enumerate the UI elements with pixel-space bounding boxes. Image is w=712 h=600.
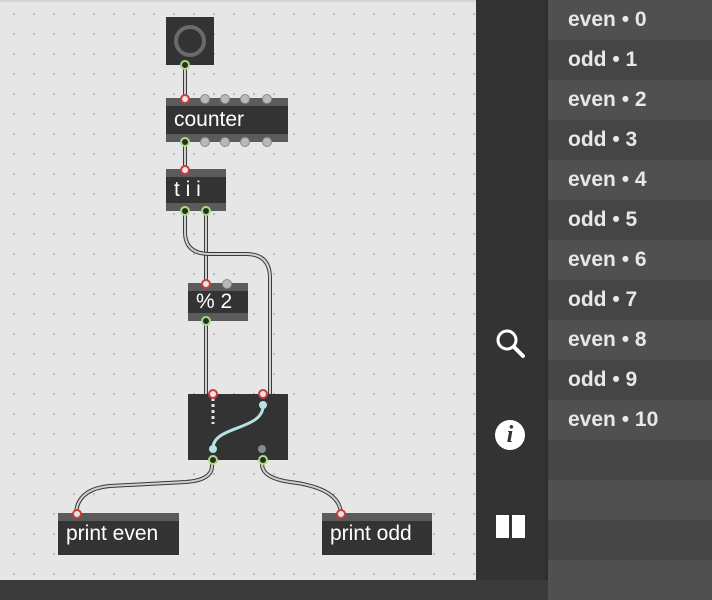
- inlet-port[interactable]: [240, 94, 250, 104]
- console-empty-row: [548, 480, 712, 520]
- inlet-port[interactable]: [200, 94, 210, 104]
- console-entry: even • 6: [548, 240, 712, 280]
- outlet-port[interactable]: [200, 137, 210, 147]
- outlet-port[interactable]: [262, 137, 272, 147]
- outlet-port[interactable]: [258, 455, 268, 465]
- outlet-port[interactable]: [240, 137, 250, 147]
- outlet-port[interactable]: [201, 206, 211, 216]
- console-entry: even • 0: [548, 0, 712, 40]
- switch-route-icon: [209, 398, 267, 453]
- inlet-port[interactable]: [180, 165, 190, 175]
- outlet-bar: [188, 313, 248, 321]
- outlet-port[interactable]: [180, 137, 190, 147]
- trigger-object[interactable]: t i i: [166, 165, 226, 216]
- print-odd-label: print odd: [330, 522, 412, 545]
- console-entry: odd • 3: [568, 128, 638, 151]
- outlet-port[interactable]: [180, 206, 190, 216]
- outlet-port[interactable]: [220, 137, 230, 147]
- outlet-port[interactable]: [208, 455, 218, 465]
- max-console[interactable]: even • 0 odd • 1 even • 2 odd • 3 even •…: [545, 0, 712, 600]
- print-even-object[interactable]: print even: [58, 509, 179, 555]
- patch-cord: [74, 456, 214, 516]
- search-icon: [496, 329, 525, 358]
- inlet-port[interactable]: [222, 279, 232, 289]
- inlet-port[interactable]: [72, 509, 82, 519]
- inlet-port[interactable]: [201, 279, 211, 289]
- columns-icon: [495, 514, 525, 538]
- console-entry: odd • 7: [568, 288, 638, 311]
- modulo-object[interactable]: % 2: [188, 279, 248, 326]
- view-toggle-button[interactable]: [490, 506, 530, 546]
- console-entry: even • 4: [548, 160, 712, 200]
- console-empty-row: [548, 560, 712, 600]
- inlet-port[interactable]: [180, 94, 190, 104]
- outlet-port[interactable]: [180, 60, 190, 70]
- print-odd-object[interactable]: print odd: [322, 509, 432, 555]
- console-empty-row: [548, 520, 712, 560]
- toggle-button[interactable]: [166, 17, 214, 70]
- gate-switch-object[interactable]: [188, 389, 288, 465]
- counter-label: counter: [174, 108, 245, 131]
- console-entry: odd • 1: [568, 48, 638, 71]
- counter-object[interactable]: counter: [166, 94, 288, 147]
- inlet-bar: [166, 169, 226, 177]
- search-button[interactable]: [490, 323, 530, 363]
- patch-cord: [260, 456, 343, 516]
- right-toolbar: i: [476, 0, 545, 580]
- console-entry: even • 2: [548, 80, 712, 120]
- outlet-port[interactable]: [201, 316, 211, 326]
- console-entry: even • 8: [548, 320, 712, 360]
- console-entry: odd • 9: [568, 368, 638, 391]
- modulo-label: % 2: [196, 290, 233, 313]
- inlet-port[interactable]: [336, 509, 346, 519]
- inlet-port[interactable]: [262, 94, 272, 104]
- toggle-ring-icon: [174, 25, 206, 57]
- info-icon: i: [495, 420, 525, 450]
- inlet-port[interactable]: [208, 389, 218, 399]
- patch-cord: [261, 457, 342, 515]
- print-even-label: print even: [66, 522, 159, 545]
- inlet-port[interactable]: [220, 94, 230, 104]
- trigger-label: t i i: [174, 178, 201, 201]
- inlet-port[interactable]: [258, 389, 268, 399]
- outlet-bar: [166, 203, 226, 211]
- console-empty-row: [548, 440, 712, 480]
- console-entry: even • 10: [548, 400, 712, 440]
- info-button[interactable]: i: [490, 415, 530, 455]
- console-entry: odd • 5: [568, 208, 638, 231]
- patcher-canvas[interactable]: counter t i i % 2 print even print odd: [0, 0, 476, 580]
